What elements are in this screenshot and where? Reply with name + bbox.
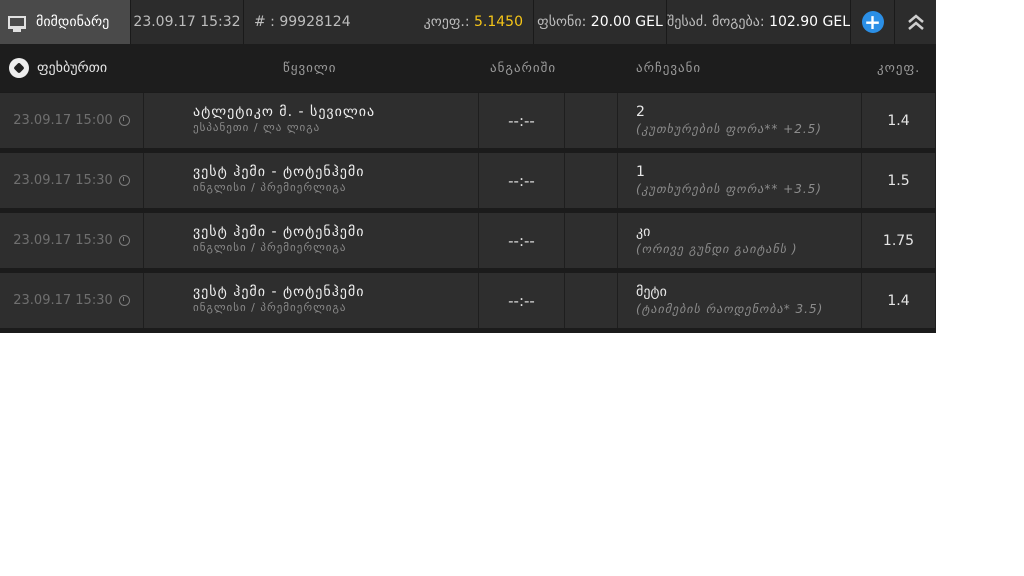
bet-id: # : 99928124 (254, 14, 351, 30)
possible-win-value: 102.90 GEL (769, 14, 851, 30)
bet-datetime: 23.09.17 15:32 (131, 0, 244, 44)
bet-row: 23.09.17 15:00 ატლეტიკო მ. - სევილია ესპ… (0, 93, 936, 148)
bet-row: 23.09.17 15:30 ვესტ ჰემი - ტოტენჰემი ინგ… (0, 213, 936, 268)
total-odds-value: 5.1450 (474, 14, 523, 30)
match-title: ვესტ ჰემი - ტოტენჰემი (193, 224, 365, 240)
match-score: --:-- (479, 213, 565, 268)
stake-label: ფსონი: (537, 14, 587, 30)
bet-row: 23.09.17 15:30 ვესტ ჰემი - ტოტენჰემი ინგ… (0, 273, 936, 328)
pair-header: წყვილი (283, 60, 337, 76)
clock-icon (118, 295, 130, 306)
pick-cell: მეტი (ტაიმების რაოდენობა* 3.5) (618, 273, 862, 328)
plus-circle-icon: + (861, 11, 884, 33)
match-cell: ვესტ ჰემი - ტოტენჰემი ინგლისი / პრემიერლ… (144, 213, 479, 268)
match-title: ვესტ ჰემი - ტოტენჰემი (193, 284, 365, 300)
sport-label: ფეხბურთი (37, 60, 108, 76)
match-time: 23.09.17 15:30 (0, 273, 144, 328)
match-score: --:-- (479, 273, 565, 328)
score-header: ანგარიში (490, 60, 557, 76)
total-odds-label: კოეფ.: (423, 14, 470, 30)
match-cell: ატლეტიკო მ. - სევილია ესპანეთი / ლა ლიგა (144, 93, 479, 148)
possible-win-label: შესაძ. მოგება: (666, 14, 765, 30)
empty-cell (565, 213, 618, 268)
sport-header: ფეხბურთი (9, 44, 107, 92)
collapse-button[interactable] (895, 0, 936, 44)
pick-cell: 1 (კუთხურების ფორა** +3.5) (618, 153, 862, 208)
bet-id-section: # : 99928124 კოეფ.: 5.1450 (244, 0, 534, 44)
empty-cell (565, 273, 618, 328)
match-time: 23.09.17 15:30 (0, 213, 144, 268)
pick-header: არჩევანი (636, 60, 702, 76)
pick-cell: 2 (კუთხურების ფორა** +2.5) (618, 93, 862, 148)
clock-icon (118, 175, 130, 186)
match-league: ინგლისი / პრემიერლიგა (193, 241, 347, 254)
match-time-text: 23.09.17 15:00 (13, 113, 113, 128)
match-league: ინგლისი / პრემიერლიგა (193, 181, 347, 194)
match-time-text: 23.09.17 15:30 (13, 173, 113, 188)
match-cell: ვესტ ჰემი - ტოტენჰემი ინგლისი / პრემიერლ… (144, 153, 479, 208)
double-chevron-up-icon (907, 14, 924, 30)
soccer-ball-icon (9, 58, 29, 78)
match-title: ატლეტიკო მ. - სევილია (193, 104, 376, 120)
match-league: ესპანეთი / ლა ლიგა (193, 121, 321, 134)
match-league: ინგლისი / პრემიერლიგა (193, 301, 347, 314)
odds-header: კოეფ. (877, 60, 921, 76)
pick-value: 2 (636, 104, 645, 120)
stake: ფსონი: 20.00 GEL (534, 0, 667, 44)
match-title: ვესტ ჰემი - ტოტენჰემი (193, 164, 365, 180)
bet-slip-panel: მიმდინარე 23.09.17 15:32 # : 99928124 კო… (0, 0, 936, 333)
match-score: --:-- (479, 93, 565, 148)
add-button[interactable]: + (851, 0, 895, 44)
clock-icon (118, 235, 130, 246)
match-time: 23.09.17 15:00 (0, 93, 144, 148)
bet-row: 23.09.17 15:30 ვესტ ჰემი - ტოტენჰემი ინგ… (0, 153, 936, 208)
stake-value: 20.00 GEL (590, 14, 663, 30)
pick-value: კი (636, 224, 651, 240)
pick-value: მეტი (636, 284, 667, 300)
match-cell: ვესტ ჰემი - ტოტენჰემი ინგლისი / პრემიერლ… (144, 273, 479, 328)
pick-odds: 1.75 (862, 213, 936, 268)
table-header: ფეხბურთი წყვილი ანგარიში არჩევანი კოეფ. (0, 44, 936, 92)
pick-detail: (კუთხურების ფორა** +2.5) (636, 122, 822, 136)
status-label: მიმდინარე (36, 14, 110, 30)
pick-detail: (ორივე გუნდი გაიტანს ) (636, 242, 798, 256)
pick-odds: 1.5 (862, 153, 936, 208)
clock-icon (118, 115, 130, 126)
empty-cell (565, 153, 618, 208)
pick-odds: 1.4 (862, 273, 936, 328)
match-time: 23.09.17 15:30 (0, 153, 144, 208)
pick-detail: (ტაიმების რაოდენობა* 3.5) (636, 302, 824, 316)
pick-value: 1 (636, 164, 645, 180)
total-odds: კოეფ.: 5.1450 (424, 14, 523, 30)
empty-cell (565, 93, 618, 148)
pick-cell: კი (ორივე გუნდი გაიტანს ) (618, 213, 862, 268)
pick-odds: 1.4 (862, 93, 936, 148)
bet-summary-bar: მიმდინარე 23.09.17 15:32 # : 99928124 კო… (0, 0, 936, 44)
match-time-text: 23.09.17 15:30 (13, 233, 113, 248)
status-tab[interactable]: მიმდინარე (0, 0, 131, 44)
match-time-text: 23.09.17 15:30 (13, 293, 113, 308)
pick-detail: (კუთხურების ფორა** +3.5) (636, 182, 822, 196)
match-score: --:-- (479, 153, 565, 208)
possible-win: შესაძ. მოგება: 102.90 GEL (667, 0, 851, 44)
monitor-icon (8, 15, 26, 32)
